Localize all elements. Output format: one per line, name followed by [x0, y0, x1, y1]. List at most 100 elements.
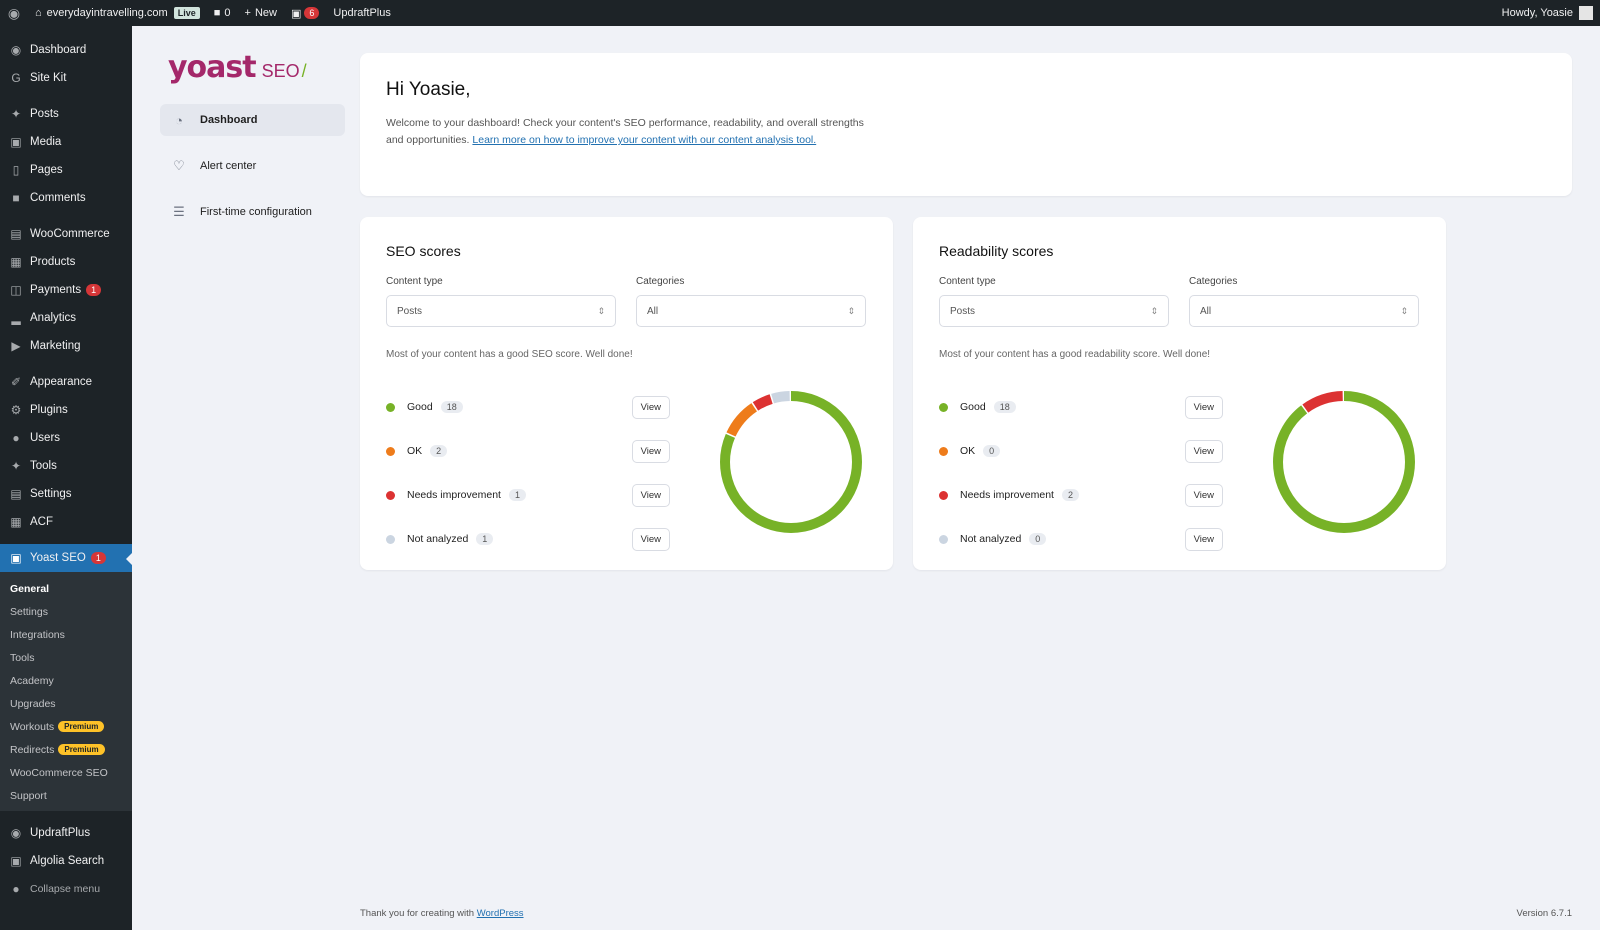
welcome-title: Hi Yoasie,: [386, 79, 1546, 101]
view-needs-improvement-button[interactable]: View: [1185, 484, 1223, 507]
menu-item-pages[interactable]: ▯Pages: [0, 156, 132, 184]
yoast-submenu: General Settings Integrations Tools Acad…: [0, 572, 132, 811]
submenu-integrations[interactable]: Integrations: [0, 623, 132, 646]
menu-item-comments[interactable]: ■Comments: [0, 184, 132, 212]
menu-item-yoast-seo[interactable]: ▣Yoast SEO1: [0, 544, 132, 572]
categories-label: Categories: [1189, 276, 1419, 287]
updraftplus-link[interactable]: UpdraftPlus: [326, 0, 397, 26]
welcome-card: Hi Yoasie, Welcome to your dashboard! Ch…: [360, 53, 1572, 196]
score-row-not-analyzed: Not analyzed1View: [386, 517, 670, 561]
media-icon: ▣: [8, 135, 24, 149]
yoast-adminbar-link[interactable]: ▣ 6: [284, 0, 326, 26]
seo-donut-chart: [716, 387, 866, 537]
view-not-analyzed-button[interactable]: View: [632, 528, 670, 551]
nav-item-first-time-configuration[interactable]: ☰First-time configuration: [160, 196, 345, 228]
submenu-settings[interactable]: Settings: [0, 600, 132, 623]
content-analysis-link[interactable]: Learn more on how to improve your conten…: [472, 134, 816, 146]
score-row-not-analyzed: Not analyzed0View: [939, 517, 1223, 561]
submenu-tools[interactable]: Tools: [0, 646, 132, 669]
menu-item-payments[interactable]: ◫Payments1: [0, 276, 132, 304]
good-dot: [939, 403, 948, 412]
bell-icon: ♡: [170, 158, 188, 174]
menu-item-media[interactable]: ▣Media: [0, 128, 132, 156]
comment-icon: ■: [214, 7, 221, 19]
premium-badge: Premium: [58, 744, 104, 755]
score-count: 2: [430, 445, 447, 457]
new-content-link[interactable]: + New: [238, 0, 284, 26]
pages-icon: ▯: [8, 163, 24, 177]
wordpress-link[interactable]: WordPress: [477, 908, 524, 919]
view-not-analyzed-button[interactable]: View: [1185, 528, 1223, 551]
menu-item-marketing[interactable]: ▶Marketing: [0, 332, 132, 360]
seo-scores-title: SEO scores: [386, 243, 867, 259]
view-good-button[interactable]: View: [1185, 396, 1223, 419]
view-ok-button[interactable]: View: [1185, 440, 1223, 463]
my-account-link[interactable]: Howdy, Yoasie: [1495, 0, 1600, 26]
menu-item-acf[interactable]: ▦ACF: [0, 508, 132, 536]
yoast-icon: ▣: [291, 7, 301, 20]
menu-item-woocommerce[interactable]: ▤WooCommerce: [0, 220, 132, 248]
seo-score-description: Most of your content has a good SEO scor…: [386, 349, 867, 360]
not-analyzed-dot: [386, 535, 395, 544]
categories-label: Categories: [636, 276, 866, 287]
updraft-icon: ◉: [8, 826, 24, 840]
nav-item-dashboard[interactable]: ◔Dashboard: [160, 104, 345, 136]
seo-scores-card: SEO scores Content type Posts⇕ Categorie…: [360, 217, 893, 570]
yoast-nav: yoast SEO / ◔Dashboard ♡Alert center ☰Fi…: [160, 50, 345, 228]
menu-item-site-kit[interactable]: GSite Kit: [0, 64, 132, 92]
acf-icon: ▦: [8, 515, 24, 529]
content-type-select[interactable]: Posts⇕: [939, 295, 1169, 327]
plus-icon: +: [245, 7, 251, 19]
comments-link[interactable]: ■ 0: [207, 0, 238, 26]
user-icon: ●: [8, 431, 24, 445]
sitekit-icon: G: [8, 71, 24, 85]
menu-item-tools[interactable]: ✦Tools: [0, 452, 132, 480]
menu-item-settings[interactable]: ▤Settings: [0, 480, 132, 508]
score-row-good: Good18View: [386, 385, 670, 429]
submenu-upgrades[interactable]: Upgrades: [0, 692, 132, 715]
pin-icon: ✦: [8, 107, 24, 121]
chevron-updown-icon: ⇕: [597, 306, 605, 317]
wordpress-logo-icon[interactable]: ◉: [0, 0, 28, 26]
ok-dot: [939, 447, 948, 456]
content-type-select[interactable]: Posts⇕: [386, 295, 616, 327]
chevron-updown-icon: ⇕: [1150, 306, 1158, 317]
submenu-general[interactable]: General: [0, 577, 132, 600]
menu-item-plugins[interactable]: ⚙Plugins: [0, 396, 132, 424]
menu-item-posts[interactable]: ✦Posts: [0, 100, 132, 128]
menu-item-algolia[interactable]: ▣Algolia Search: [0, 847, 132, 875]
nav-item-alert-center[interactable]: ♡Alert center: [160, 150, 345, 182]
submenu-academy[interactable]: Academy: [0, 669, 132, 692]
menu-item-dashboard[interactable]: ◉Dashboard: [0, 36, 132, 64]
submenu-support[interactable]: Support: [0, 784, 132, 807]
menu-item-products[interactable]: ▦Products: [0, 248, 132, 276]
submenu-workouts[interactable]: WorkoutsPremium: [0, 715, 132, 738]
megaphone-icon: ▶: [8, 339, 24, 353]
score-count: 2: [1062, 489, 1079, 501]
view-needs-improvement-button[interactable]: View: [632, 484, 670, 507]
settings-icon: ▤: [8, 487, 24, 501]
readability-scores-title: Readability scores: [939, 243, 1420, 259]
menu-item-updraftplus[interactable]: ◉UpdraftPlus: [0, 819, 132, 847]
woo-icon: ▤: [8, 227, 24, 241]
collapse-icon: ●: [8, 882, 24, 896]
score-count: 18: [441, 401, 463, 413]
view-ok-button[interactable]: View: [632, 440, 670, 463]
submenu-redirects[interactable]: RedirectsPremium: [0, 738, 132, 761]
donut-segment-good: [1278, 396, 1410, 528]
score-row-ok: OK2View: [386, 429, 670, 473]
menu-item-appearance[interactable]: ✐Appearance: [0, 368, 132, 396]
collapse-menu-button[interactable]: ●Collapse menu: [0, 875, 132, 903]
view-good-button[interactable]: View: [632, 396, 670, 419]
categories-select[interactable]: All⇕: [1189, 295, 1419, 327]
menu-item-analytics[interactable]: ▂Analytics: [0, 304, 132, 332]
score-row-ok: OK0View: [939, 429, 1223, 473]
submenu-woocommerce-seo[interactable]: WooCommerce SEO: [0, 761, 132, 784]
analytics-icon: ▂: [8, 311, 24, 325]
brush-icon: ✐: [8, 375, 24, 389]
menu-item-users[interactable]: ●Users: [0, 424, 132, 452]
site-name-link[interactable]: ⌂ everydayintravelling.com Live: [28, 0, 207, 26]
categories-select[interactable]: All⇕: [636, 295, 866, 327]
needs-improvement-dot: [939, 491, 948, 500]
yoast-logo: yoast SEO /: [160, 50, 345, 90]
